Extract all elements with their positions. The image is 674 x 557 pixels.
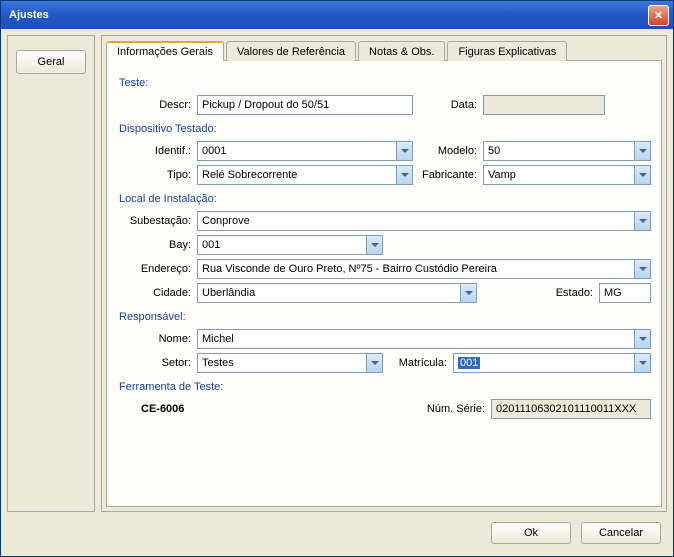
input-nome[interactable] xyxy=(198,330,634,348)
cancel-button[interactable]: Cancelar xyxy=(581,522,661,544)
combo-endereco-btn[interactable] xyxy=(634,260,650,278)
input-subestacao[interactable] xyxy=(198,212,634,230)
input-tipo[interactable] xyxy=(198,166,396,184)
window-title: Ajustes xyxy=(9,9,648,21)
label-data: Data: xyxy=(419,99,477,111)
section-ferramenta: Ferramenta de Teste: xyxy=(119,381,651,393)
combo-setor[interactable] xyxy=(197,353,383,373)
tab-info-gerais[interactable]: Informações Gerais xyxy=(106,41,224,61)
combo-nome-btn[interactable] xyxy=(634,330,650,348)
combo-fabricante-btn[interactable] xyxy=(634,166,650,184)
combo-bay[interactable] xyxy=(197,235,383,255)
window: Ajustes ✕ Geral Informações Gerais Valor… xyxy=(0,0,674,557)
chevron-down-icon xyxy=(401,173,409,177)
section-teste: Teste: xyxy=(119,77,651,89)
input-matricula[interactable]: 001 xyxy=(454,354,634,372)
client-area: Geral Informações Gerais Valores de Refe… xyxy=(1,29,673,556)
chevron-down-icon xyxy=(639,149,647,153)
combo-setor-btn[interactable] xyxy=(366,354,382,372)
chevron-down-icon xyxy=(639,173,647,177)
combo-tipo[interactable] xyxy=(197,165,413,185)
combo-identif[interactable] xyxy=(197,141,413,161)
combo-cidade[interactable] xyxy=(197,283,477,303)
input-estado[interactable] xyxy=(600,284,662,302)
combo-modelo[interactable] xyxy=(483,141,651,161)
main-row: Geral Informações Gerais Valores de Refe… xyxy=(7,35,667,512)
close-button[interactable]: ✕ xyxy=(648,5,669,26)
tab-figuras[interactable]: Figuras Explicativas xyxy=(447,41,567,61)
label-modelo: Modelo: xyxy=(419,145,477,157)
chevron-down-icon xyxy=(639,267,647,271)
combo-estado[interactable] xyxy=(599,283,651,303)
chevron-down-icon xyxy=(639,361,647,365)
tool-name: CE-6006 xyxy=(141,403,184,415)
combo-subestacao[interactable] xyxy=(197,211,651,231)
label-estado: Estado: xyxy=(483,287,593,299)
tab-strip: Informações Gerais Valores de Referência… xyxy=(106,40,662,61)
footer: Ok Cancelar xyxy=(7,518,667,550)
combo-bay-btn[interactable] xyxy=(366,236,382,254)
input-endereco[interactable] xyxy=(198,260,634,278)
label-bay: Bay: xyxy=(117,239,191,251)
section-dispositivo: Dispositivo Testado: xyxy=(119,123,651,135)
tab-valores-ref[interactable]: Valores de Referência xyxy=(226,41,356,61)
input-fabricante[interactable] xyxy=(484,166,634,184)
tab-pane: Teste: Descr: Data: Dispositivo Testado:… xyxy=(106,61,662,507)
input-num-serie xyxy=(491,399,651,419)
label-descr: Descr: xyxy=(117,99,191,111)
chevron-down-icon xyxy=(401,149,409,153)
input-modelo[interactable] xyxy=(484,142,634,160)
sidebar: Geral xyxy=(7,35,95,512)
section-responsavel: Responsável: xyxy=(119,311,651,323)
combo-cidade-btn[interactable] xyxy=(460,284,476,302)
label-setor: Setor: xyxy=(117,357,191,369)
label-num-serie: Núm. Série: xyxy=(427,403,485,415)
input-cidade[interactable] xyxy=(198,284,460,302)
input-bay[interactable] xyxy=(198,236,366,254)
label-tipo: Tipo: xyxy=(117,169,191,181)
input-descr[interactable] xyxy=(197,95,413,115)
chevron-down-icon xyxy=(465,291,473,295)
combo-identif-btn[interactable] xyxy=(396,142,412,160)
chevron-down-icon xyxy=(371,243,379,247)
label-subestacao: Subestação: xyxy=(117,215,191,227)
label-cidade: Cidade: xyxy=(117,287,191,299)
combo-tipo-btn[interactable] xyxy=(396,166,412,184)
label-nome: Nome: xyxy=(117,333,191,345)
combo-modelo-btn[interactable] xyxy=(634,142,650,160)
combo-matricula-btn[interactable] xyxy=(634,354,650,372)
combo-endereco[interactable] xyxy=(197,259,651,279)
input-setor[interactable] xyxy=(198,354,366,372)
sidebar-item-geral[interactable]: Geral xyxy=(16,50,86,74)
label-fabricante: Fabricante: xyxy=(419,169,477,181)
tab-notas-obs[interactable]: Notas & Obs. xyxy=(358,41,445,61)
label-identif: Identif.: xyxy=(117,145,191,157)
ok-button[interactable]: Ok xyxy=(491,522,571,544)
combo-subestacao-btn[interactable] xyxy=(634,212,650,230)
chevron-down-icon xyxy=(639,337,647,341)
label-endereco: Endereço: xyxy=(117,263,191,275)
content-panel: Informações Gerais Valores de Referência… xyxy=(101,35,667,512)
chevron-down-icon xyxy=(371,361,379,365)
label-matricula: Matrícula: xyxy=(389,357,447,369)
input-identif[interactable] xyxy=(198,142,396,160)
combo-fabricante[interactable] xyxy=(483,165,651,185)
chevron-down-icon xyxy=(639,219,647,223)
section-local: Local de Instalação: xyxy=(119,193,651,205)
close-icon: ✕ xyxy=(654,9,663,22)
combo-nome[interactable] xyxy=(197,329,651,349)
combo-matricula[interactable]: 001 xyxy=(453,353,651,373)
input-data[interactable] xyxy=(483,95,605,115)
titlebar: Ajustes ✕ xyxy=(1,1,673,29)
